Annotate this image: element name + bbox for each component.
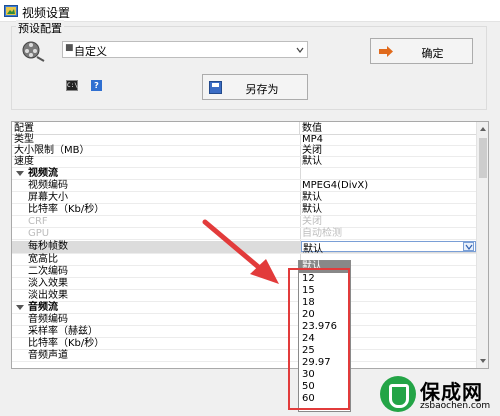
- dropdown-button[interactable]: [463, 242, 474, 251]
- table-row[interactable]: 视频编码 MPEG4(DivX): [12, 180, 476, 192]
- fps-option[interactable]: 20: [299, 309, 350, 321]
- film-reel-icon: [22, 41, 45, 62]
- table-row[interactable]: 音频编码: [12, 314, 476, 326]
- fps-option[interactable]: 50: [299, 381, 350, 393]
- category-label: 音频流: [28, 302, 58, 313]
- preset-group-title: 预设配置: [16, 20, 64, 36]
- save-as-button[interactable]: 另存为: [202, 74, 308, 100]
- ok-button[interactable]: 确定: [370, 38, 473, 64]
- grid-header: 配置 数值: [12, 122, 476, 135]
- category-row-video[interactable]: 视频流: [12, 168, 476, 180]
- command-line-icon[interactable]: C:\: [66, 80, 78, 91]
- preset-select[interactable]: ■ 自定义: [62, 41, 308, 58]
- header-divider: [299, 122, 300, 135]
- row-name: 采样率（赫兹）: [28, 326, 98, 337]
- row-name: 宽高比: [28, 254, 58, 265]
- table-row[interactable]: 速度 默认: [12, 156, 476, 168]
- row-name: 淡入效果: [28, 278, 68, 289]
- fps-option[interactable]: 12: [299, 273, 350, 285]
- ok-button-label: 确定: [421, 47, 444, 60]
- row-name: 大小限制（MB）: [14, 145, 90, 156]
- table-row[interactable]: 比特率（Kb/秒）: [12, 338, 476, 350]
- app-icon: [4, 5, 18, 17]
- title-bar: 视频设置: [0, 0, 500, 22]
- row-name: 比特率（Kb/秒）: [28, 204, 105, 215]
- fps-option[interactable]: 30: [299, 369, 350, 381]
- row-name: 比特率（Kb/秒）: [28, 338, 105, 349]
- row-value: 自动检测: [302, 228, 342, 239]
- collapse-arrow-icon[interactable]: [16, 171, 24, 176]
- fps-option[interactable]: 24: [299, 333, 350, 345]
- row-value: MP4: [302, 134, 324, 145]
- table-row-selected[interactable]: 每秒帧数 默认: [12, 241, 476, 255]
- row-value: 关闭: [302, 216, 322, 227]
- watermark: 保成网 zsbaochen.com: [380, 376, 496, 414]
- table-row[interactable]: 大小限制（MB） 关闭: [12, 145, 476, 157]
- row-name: 视频编码: [28, 180, 68, 191]
- scroll-down-icon[interactable]: [479, 357, 487, 365]
- row-value: MPEG4(DivX): [302, 180, 369, 191]
- table-row[interactable]: 淡出效果: [12, 290, 476, 302]
- table-row-disabled: GPU 自动检测: [12, 228, 476, 240]
- row-name: CRF: [28, 216, 48, 227]
- row-name: 二次编码: [28, 266, 68, 277]
- row-value: 默认: [302, 156, 322, 167]
- fps-dropdown-list: 默认 12 15 18 20 23.976 24 25 29.97 30 50 …: [298, 260, 351, 412]
- table-row[interactable]: 二次编码: [12, 266, 476, 278]
- fps-option[interactable]: 25: [299, 345, 350, 357]
- row-value: 默认: [302, 192, 322, 203]
- table-row-disabled: CRF 关闭: [12, 216, 476, 228]
- vertical-scrollbar[interactable]: [476, 122, 488, 368]
- window-title: 视频设置: [22, 6, 71, 20]
- row-value: 关闭: [302, 145, 322, 156]
- table-row[interactable]: 淡入效果: [12, 278, 476, 290]
- row-name: GPU: [28, 228, 50, 239]
- fps-dropdown-field[interactable]: 默认: [301, 241, 476, 255]
- preset-select-value: 自定义: [74, 45, 107, 58]
- row-name: 每秒帧数: [28, 241, 68, 252]
- watermark-url: zsbaochen.com: [420, 401, 491, 411]
- category-row-audio[interactable]: 音频流: [12, 302, 476, 314]
- table-row[interactable]: 比特率（Kb/秒） 默认: [12, 204, 476, 216]
- table-row[interactable]: 屏幕大小 默认: [12, 192, 476, 204]
- chevron-down-icon: [296, 47, 304, 53]
- fps-option-selected[interactable]: 默认: [299, 261, 350, 273]
- table-row[interactable]: 宽高比: [12, 254, 476, 266]
- scrollbar-thumb[interactable]: [479, 138, 487, 178]
- scroll-up-icon[interactable]: [479, 125, 487, 133]
- property-grid: 配置 数值 类型 MP4 大小限制（MB） 关闭 速度 默认 视频流 视频编码 …: [11, 121, 489, 369]
- watermark-logo-icon: [380, 376, 416, 412]
- row-name: 音频声道: [28, 350, 68, 361]
- collapse-arrow-icon[interactable]: [16, 305, 24, 310]
- row-name: 淡出效果: [28, 290, 68, 301]
- fps-option[interactable]: 15: [299, 285, 350, 297]
- row-name: 速度: [14, 156, 34, 167]
- category-label: 视频流: [28, 168, 58, 179]
- row-value: 默认: [302, 204, 322, 215]
- table-row[interactable]: 采样率（赫兹）: [12, 326, 476, 338]
- row-name: 类型: [14, 134, 34, 145]
- fps-dropdown-value: 默认: [303, 244, 323, 255]
- chevron-down-icon: [465, 244, 473, 250]
- help-icon[interactable]: ?: [91, 80, 102, 91]
- row-name: 屏幕大小: [28, 192, 68, 203]
- fps-option[interactable]: 18: [299, 297, 350, 309]
- row-name: 音频编码: [28, 314, 68, 325]
- table-row[interactable]: 音频声道: [12, 350, 476, 362]
- fps-option[interactable]: 60: [299, 393, 350, 405]
- fps-option[interactable]: 23.976: [299, 321, 350, 333]
- save-as-button-label: 另存为: [245, 83, 279, 96]
- fps-option[interactable]: 29.97: [299, 357, 350, 369]
- preset-list-icon: ■: [65, 43, 74, 53]
